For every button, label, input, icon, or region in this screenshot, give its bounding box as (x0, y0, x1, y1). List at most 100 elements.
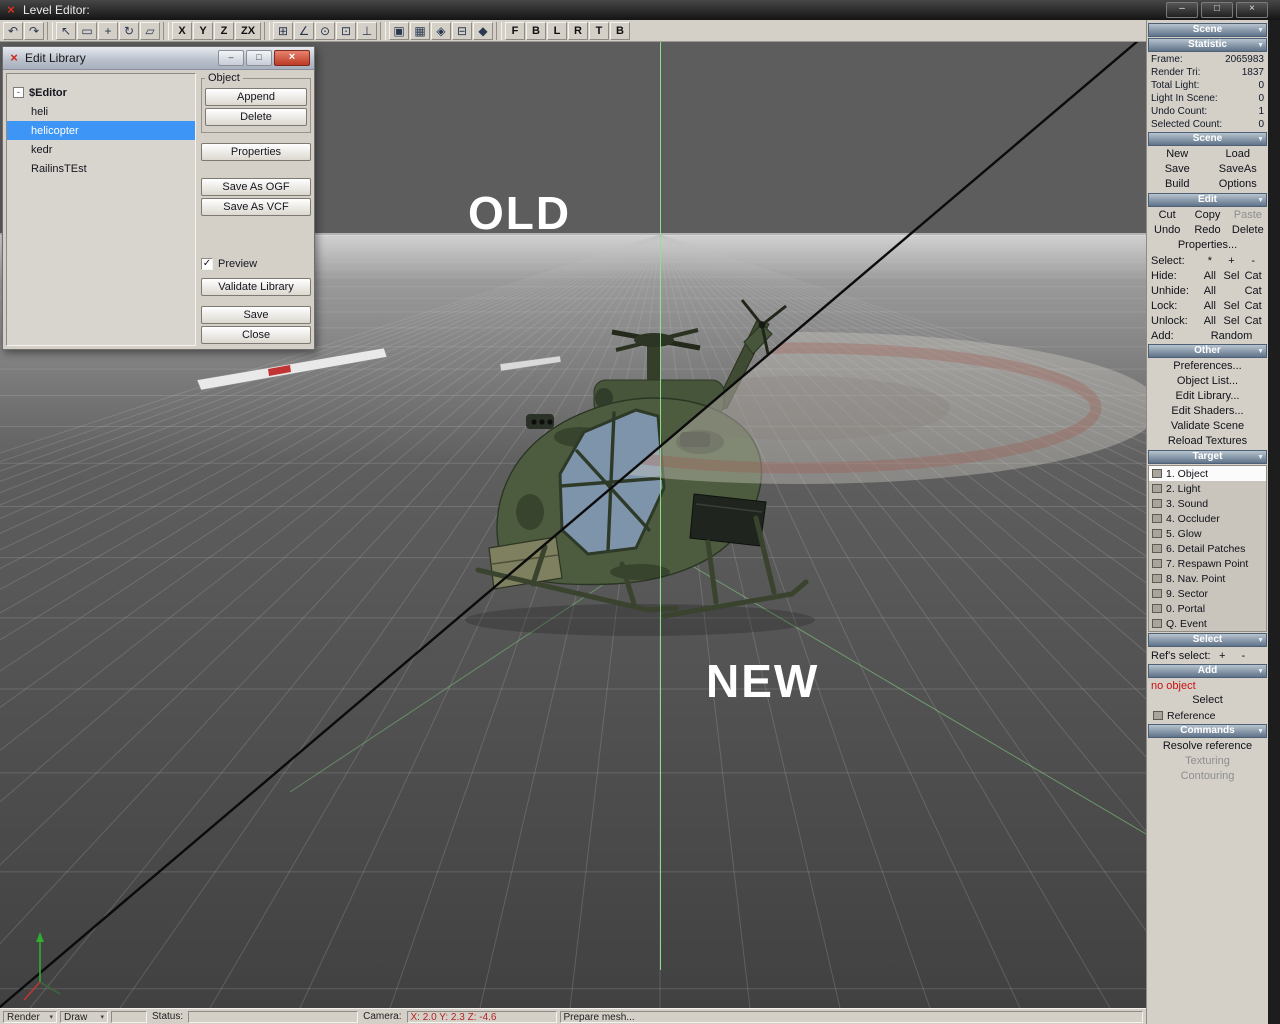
toolbar-vertex-snap-button[interactable]: ⊙ (315, 21, 335, 40)
toolbar-view-front-button[interactable]: F (505, 21, 525, 40)
maximize-button[interactable]: □ (1201, 2, 1233, 18)
command-resolve-reference-button[interactable]: Resolve reference (1147, 739, 1268, 754)
dialog-save-as-vcf-button[interactable]: Save As VCF (201, 198, 311, 216)
scene-build-button[interactable]: Build (1147, 177, 1208, 192)
dialog-close-button[interactable]: Close (201, 326, 311, 344)
preview-checkbox-row[interactable]: ✓ Preview (201, 258, 311, 270)
dialog-minimize-button[interactable]: – (218, 50, 244, 66)
lock-cat-button[interactable]: Cat (1242, 300, 1264, 312)
toolbar-axis-y-button[interactable]: Y (193, 21, 213, 40)
dialog-titlebar[interactable]: × Edit Library – □ × (3, 47, 314, 70)
toolbar-select-tool-button[interactable]: ↖ (56, 21, 76, 40)
unhide-cat-button[interactable]: Cat (1242, 285, 1264, 297)
scene-options-button[interactable]: Options (1208, 177, 1269, 192)
edit-redo-button[interactable]: Redo (1187, 223, 1227, 238)
tree-expander-icon[interactable]: - (13, 87, 24, 98)
target-q-event[interactable]: Q. Event (1149, 616, 1266, 631)
select-section-header[interactable]: Select ▼ (1148, 633, 1267, 647)
draw-mode-select[interactable]: Draw ▾ (60, 1010, 108, 1023)
hide-cat-button[interactable]: Cat (1242, 270, 1264, 282)
edit-properties-button[interactable]: Properties... (1147, 238, 1268, 253)
target-6-detail-patches[interactable]: 6. Detail Patches (1149, 541, 1266, 556)
minimize-button[interactable]: – (1166, 2, 1198, 18)
target-4-occluder[interactable]: 4. Occluder (1149, 511, 1266, 526)
tree-item-helicopter[interactable]: helicopter (7, 121, 195, 140)
unlock-cat-button[interactable]: Cat (1242, 315, 1264, 327)
lock-sel-button[interactable]: Sel (1221, 300, 1243, 312)
edit-cut-button[interactable]: Cut (1147, 208, 1187, 223)
toolbar-show-axis-button[interactable]: ◆ (473, 21, 493, 40)
target-0-portal[interactable]: 0. Portal (1149, 601, 1266, 616)
other-preferences-button[interactable]: Preferences... (1147, 359, 1268, 374)
edit-undo-button[interactable]: Undo (1147, 223, 1187, 238)
scene-save-button[interactable]: Save (1147, 162, 1208, 177)
scene-new-button[interactable]: New (1147, 147, 1208, 162)
toolbar-angle-snap-button[interactable]: ∠ (294, 21, 314, 40)
scene-saveas-button[interactable]: SaveAs (1208, 162, 1269, 177)
target-8-nav-point[interactable]: 8. Nav. Point (1149, 571, 1266, 586)
toolbar-scale-tool-button[interactable]: ▱ (140, 21, 160, 40)
hide-sel-button[interactable]: Sel (1221, 270, 1243, 282)
tree-item-railinstest[interactable]: RailinsTEst (7, 159, 195, 178)
toolbar-view-left-button[interactable]: L (547, 21, 567, 40)
select--button[interactable]: - (1242, 255, 1264, 267)
scene-load-button[interactable]: Load (1208, 147, 1269, 162)
toolbar-view-top-button[interactable]: T (589, 21, 609, 40)
tree-item-heli[interactable]: heli (7, 102, 195, 121)
other-edit-library-button[interactable]: Edit Library... (1147, 389, 1268, 404)
lock-all-button[interactable]: All (1199, 300, 1221, 312)
toolbar-view-right-button[interactable]: R (568, 21, 588, 40)
target-2-light[interactable]: 2. Light (1149, 481, 1266, 496)
toolbar-render-fill-button[interactable]: ▣ (389, 21, 409, 40)
other-object-list-button[interactable]: Object List... (1147, 374, 1268, 389)
edit-section-header[interactable]: Edit ▼ (1148, 193, 1267, 207)
toolbar-view-back-button[interactable]: B (526, 21, 546, 40)
edit-copy-button[interactable]: Copy (1187, 208, 1227, 223)
toolbar-undo-button[interactable]: ↶ (3, 21, 23, 40)
toolbar-grid-snap-button[interactable]: ⊞ (273, 21, 293, 40)
dialog-save-as-ogf-button[interactable]: Save As OGF (201, 178, 311, 196)
toolbar-face-snap-button[interactable]: ⊡ (336, 21, 356, 40)
dialog-validate-library-button[interactable]: Validate Library (201, 278, 311, 296)
dialog-save-button[interactable]: Save (201, 306, 311, 324)
target-3-sound[interactable]: 3. Sound (1149, 496, 1266, 511)
scene-section-header[interactable]: Scene ▼ (1148, 132, 1267, 146)
target-section-header[interactable]: Target ▼ (1148, 450, 1267, 464)
scene-mode-combo[interactable]: Scene ▼ (1148, 23, 1267, 37)
toolbar-render-points-button[interactable]: ◈ (431, 21, 451, 40)
dialog-properties-button[interactable]: Properties (201, 143, 311, 161)
commands-section-header[interactable]: Commands ▼ (1148, 724, 1267, 738)
render-mode-select[interactable]: Render ▾ (3, 1010, 57, 1023)
other-reload-textures-button[interactable]: Reload Textures (1147, 434, 1268, 449)
other-section-header[interactable]: Other ▼ (1148, 344, 1267, 358)
toolbar-view-bottom-button[interactable]: B (610, 21, 630, 40)
toolbar-axis-z-button[interactable]: Z (214, 21, 234, 40)
toolbar-rotate-tool-button[interactable]: ↻ (119, 21, 139, 40)
dialog-delete-button[interactable]: Delete (205, 108, 307, 126)
toolbar-render-wire-button[interactable]: ▦ (410, 21, 430, 40)
hide-all-button[interactable]: All (1199, 270, 1221, 282)
preview-checkbox[interactable]: ✓ (201, 258, 213, 270)
other-validate-scene-button[interactable]: Validate Scene (1147, 419, 1268, 434)
add-random-button[interactable]: Random (1211, 330, 1253, 342)
target-1-object[interactable]: 1. Object (1149, 466, 1266, 481)
other-edit-shaders-button[interactable]: Edit Shaders... (1147, 404, 1268, 419)
edit-delete-button[interactable]: Delete (1228, 223, 1268, 238)
target-5-glow[interactable]: 5. Glow (1149, 526, 1266, 541)
tree-item-editor[interactable]: - $Editor (7, 83, 195, 102)
target-7-respawn-point[interactable]: 7. Respawn Point (1149, 556, 1266, 571)
add-section-header[interactable]: Add ▼ (1148, 664, 1267, 678)
toolbar-move-tool-button[interactable]: + (98, 21, 118, 40)
add-select-button[interactable]: Select (1147, 693, 1268, 708)
toolbar-select-rect-tool-button[interactable]: ▭ (77, 21, 97, 40)
toolbar-axis-zx-button[interactable]: ZX (235, 21, 261, 40)
toolbar-normal-align-button[interactable]: ⊥ (357, 21, 377, 40)
unlock-sel-button[interactable]: Sel (1221, 315, 1243, 327)
unhide-all-button[interactable]: All (1199, 285, 1221, 297)
dialog-append-button[interactable]: Append (205, 88, 307, 106)
dialog-close-button[interactable]: × (274, 50, 310, 66)
dialog-maximize-button[interactable]: □ (246, 50, 272, 66)
select--button[interactable]: + (1221, 255, 1243, 267)
unlock-all-button[interactable]: All (1199, 315, 1221, 327)
target-9-sector[interactable]: 9. Sector (1149, 586, 1266, 601)
